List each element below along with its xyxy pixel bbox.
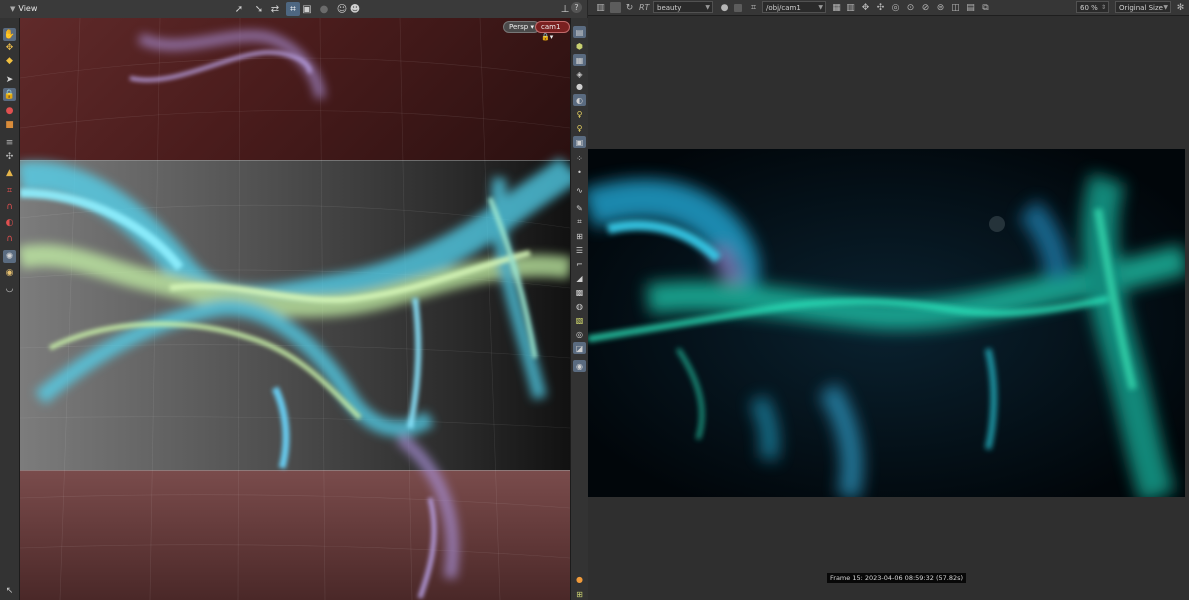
frame-info-label: Frame 15: 2023-04-06 08:59:32 (57.82s) xyxy=(827,573,967,583)
lock-icon[interactable]: 🔒 xyxy=(3,88,16,101)
stack-icon[interactable]: ≡ xyxy=(3,136,16,149)
transform-handle-icon[interactable]: ⇄ xyxy=(268,2,282,16)
rt-label: RT xyxy=(639,3,650,12)
lasso-icon[interactable]: ◐ xyxy=(3,216,16,229)
wireframe-icon[interactable]: ▦ xyxy=(573,54,586,66)
persp-label: Persp xyxy=(509,23,529,31)
film-icon[interactable]: ▥ xyxy=(595,2,606,13)
display-options-shelf: ▤ ⬢ ▦ ◈ ● ◐ ♀ ♀ ▣ ⁘ • ∿ ✎ ⌗ ⊞ ☰ ⌐ ◢ ▩ ◍ … xyxy=(570,18,588,600)
globe-icon[interactable]: ◍ xyxy=(573,300,586,312)
visibility-icon[interactable]: ◈ xyxy=(573,68,586,80)
ghost-icon[interactable]: ☻ xyxy=(348,2,362,16)
orientation-gizmo-icon[interactable]: ⊥ xyxy=(558,2,572,16)
snapshot-icon[interactable]: ◫ xyxy=(950,2,961,13)
cursor-icon[interactable]: ↖ xyxy=(3,584,16,597)
region-icon[interactable] xyxy=(734,4,742,12)
camera-label: cam1 xyxy=(541,23,561,31)
copy-icon[interactable]: ⧉ xyxy=(980,2,991,13)
viewer-toolbar: ▼ View ➚ ➘ ⇄ ⌗ ▣ ● ☺ ☻ ⊥ ? xyxy=(0,0,587,19)
shield-icon[interactable]: ∩ xyxy=(3,232,16,245)
background-icon[interactable]: ◉ xyxy=(573,360,586,372)
gear-icon[interactable]: ✺ xyxy=(3,250,16,263)
rendered-image[interactable] xyxy=(588,149,1185,497)
split-view-icon[interactable]: ▥ xyxy=(845,2,856,13)
select-tool-icon[interactable]: ✋ xyxy=(3,28,16,41)
sphere-icon[interactable]: ● xyxy=(573,80,586,92)
pan-icon[interactable]: ✥ xyxy=(860,2,871,13)
move-icon[interactable]: ✣ xyxy=(875,2,886,13)
eye-ghost-icon[interactable]: ☺ xyxy=(335,2,349,16)
orbit-icon[interactable]: ◉ xyxy=(3,266,16,279)
display-icon[interactable]: ◪ xyxy=(573,342,586,354)
aov-select[interactable]: beauty ▼ xyxy=(653,1,713,13)
texture-icon[interactable]: ▩ xyxy=(573,286,586,298)
bowl-icon[interactable]: ◡ xyxy=(3,282,16,295)
point-icon[interactable]: • xyxy=(573,166,586,178)
pause-icon[interactable]: ⊜ xyxy=(935,2,946,13)
orange-cube-icon[interactable]: ■ xyxy=(3,118,16,131)
particle-icon[interactable]: ⁘ xyxy=(573,152,586,164)
tab-arrow-icon: ▼ xyxy=(10,5,16,13)
layers-icon[interactable]: ☰ xyxy=(573,244,586,256)
camera-path-select[interactable]: /obj/cam1 ▼ xyxy=(762,1,826,13)
layout-icon[interactable]: ⊞ xyxy=(573,588,586,600)
camera-menu[interactable]: cam1 🔒▾ xyxy=(535,21,570,41)
snapping-icon[interactable]: ⌗ xyxy=(286,2,300,16)
curve-icon[interactable]: ∿ xyxy=(573,184,586,196)
camera-icon[interactable]: ▣ xyxy=(573,136,586,148)
render-view-pane: ▥ ↻ RT beauty ▼ ● ⌗ /obj/cam1 ▼ ▦ ▥ ✥ ✣ ◎ … xyxy=(588,0,1189,600)
grid-icon[interactable]: ⌗ xyxy=(573,216,586,228)
bulb-icon[interactable]: ♀ xyxy=(573,122,586,134)
snap-grid-icon[interactable]: ▣ xyxy=(300,2,314,16)
size-mode-select[interactable]: Original Size ▼ xyxy=(1115,1,1171,13)
measure-icon[interactable]: ⊞ xyxy=(573,230,586,242)
cube-icon[interactable]: ⬢ xyxy=(573,40,586,52)
crop-icon[interactable]: ⌗ xyxy=(3,184,16,197)
warning-icon[interactable]: ● xyxy=(573,573,586,585)
paint-icon[interactable]: ◢ xyxy=(573,272,586,284)
render-toolbar: ▥ ↻ RT beauty ▼ ● ⌗ /obj/cam1 ▼ ▦ ▥ ✥ ✣ ◎ … xyxy=(588,0,1189,16)
pointer-icon[interactable]: ➤ xyxy=(3,73,16,86)
scatter-icon[interactable]: ✣ xyxy=(3,150,16,163)
zoom-value: 60 % xyxy=(1080,4,1098,12)
gear-icon[interactable]: ✻ xyxy=(1175,2,1186,13)
light-icon[interactable]: ◐ xyxy=(573,94,586,106)
point-cloud xyxy=(20,30,570,599)
shading-mode-icon[interactable]: ▤ xyxy=(573,26,586,38)
size-mode-value: Original Size xyxy=(1119,4,1163,12)
left-tool-shelf: ✋ ✥ ◆ ➤ 🔒 ● ■ ≡ ✣ ▲ ⌗ ∩ ◐ ∩ ✺ ◉ ◡ ↖ xyxy=(0,18,20,600)
lamp-icon[interactable]: ♀ xyxy=(573,108,586,120)
render-smoke-art xyxy=(588,149,1185,497)
viewer-tab[interactable]: ▼ View xyxy=(5,2,43,16)
record-dot-icon[interactable]: ● xyxy=(317,2,331,16)
image-icon[interactable]: ▧ xyxy=(573,314,586,326)
stop-icon[interactable]: ⊘ xyxy=(920,2,931,13)
magnet-icon[interactable]: ∩ xyxy=(3,200,16,213)
camera-path-value: /obj/cam1 xyxy=(766,4,801,12)
render-icon[interactable]: ◎ xyxy=(573,328,586,340)
frame-icon[interactable]: ⌐ xyxy=(573,258,586,270)
move-tool-icon[interactable]: ✥ xyxy=(3,41,16,54)
red-sphere-icon[interactable]: ● xyxy=(3,104,16,117)
grid-view-icon[interactable]: ▦ xyxy=(831,2,842,13)
help-icon[interactable]: ? xyxy=(571,2,582,13)
zoom-select[interactable]: 60 % ⇕ xyxy=(1076,1,1109,13)
target-icon[interactable]: ◎ xyxy=(890,2,901,13)
select-arrow-icon[interactable]: ➘ xyxy=(252,2,266,16)
save-image-icon[interactable]: ▤ xyxy=(965,2,976,13)
select-arrow-icon[interactable]: ➚ xyxy=(232,2,246,16)
chat-icon[interactable]: ● xyxy=(719,2,730,13)
aov-value: beauty xyxy=(657,4,682,12)
crop-icon[interactable]: ⌗ xyxy=(748,2,759,13)
pencil-icon[interactable]: ✎ xyxy=(573,202,586,214)
scene-viewer-pane: ▼ View ➚ ➘ ⇄ ⌗ ▣ ● ☺ ☻ ⊥ ? ✋ ✥ ◆ ➤ 🔒 ● ■ … xyxy=(0,0,588,600)
star-icon[interactable]: ▲ xyxy=(3,166,16,179)
viewport-canvas[interactable]: Persp ▾ cam1 🔒▾ xyxy=(20,18,570,600)
refresh-icon[interactable]: ↻ xyxy=(624,2,635,13)
focus-icon[interactable]: ⊙ xyxy=(905,2,916,13)
rotate-tool-icon[interactable]: ◆ xyxy=(3,54,16,67)
stop-render-icon[interactable] xyxy=(610,2,621,13)
viewer-tab-label: View xyxy=(18,4,38,13)
